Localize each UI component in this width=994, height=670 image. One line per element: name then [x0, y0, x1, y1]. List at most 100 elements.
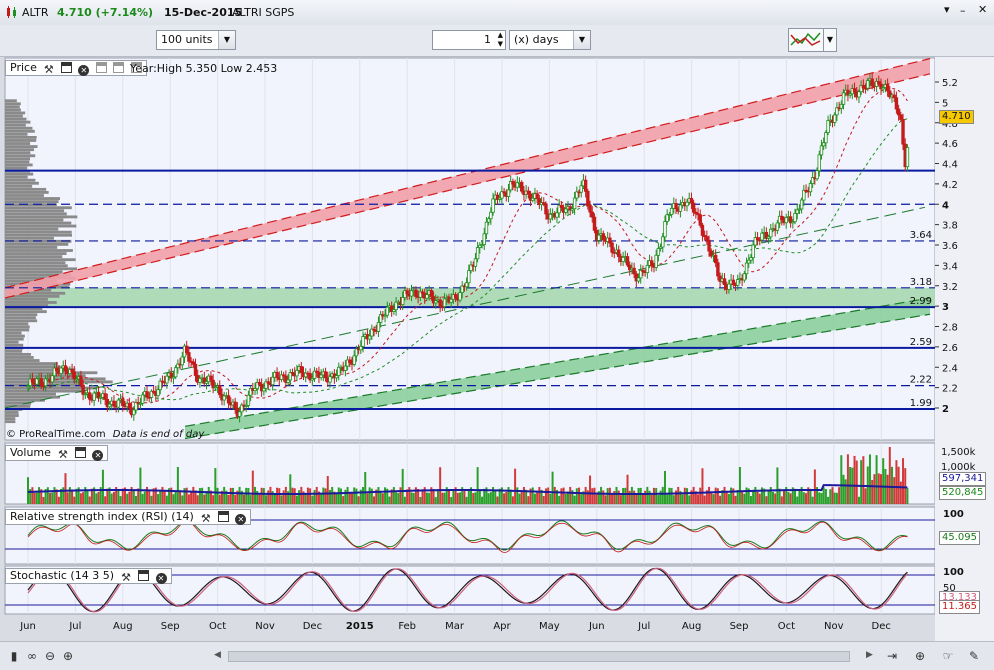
volume-bar: [595, 494, 598, 504]
volume-bar: [192, 486, 195, 504]
volume-bar: [835, 492, 838, 504]
horizontal-scrollbar[interactable]: [228, 651, 850, 662]
candle-body: [674, 203, 678, 210]
candle-body: [544, 203, 548, 215]
close-window-icon[interactable]: ✕: [978, 3, 987, 16]
zoom-out-icon[interactable]: ⊖: [42, 648, 58, 664]
candle-body: [295, 369, 299, 377]
window-icon[interactable]: [60, 62, 72, 73]
period-unit-dropdown[interactable]: (x) days ▼: [509, 30, 591, 50]
volume-bar: [179, 490, 182, 504]
wrench-icon[interactable]: ⚒: [43, 64, 54, 75]
volume-bar: [860, 460, 863, 504]
volume-bar: [789, 493, 792, 504]
volume-profile-bar: [5, 365, 61, 369]
wrench-icon[interactable]: ⚒: [200, 513, 211, 524]
window-icon[interactable]: [138, 570, 150, 581]
units-value: 100 units: [161, 33, 213, 46]
close-icon[interactable]: ✕: [78, 65, 90, 76]
candle-body: [824, 132, 828, 144]
candle-body: [486, 218, 491, 223]
volume-bar: [842, 474, 845, 504]
volume-bar: [818, 492, 821, 504]
wrench-icon[interactable]: ⚒: [121, 572, 132, 583]
volume-bar: [101, 469, 104, 504]
drawing-icon[interactable]: ✎: [966, 648, 982, 664]
volume-bar: [265, 495, 268, 504]
candle-body: [852, 88, 857, 93]
minimize-window-icon[interactable]: –: [960, 4, 966, 17]
period-spinner-icon[interactable]: ▲ ▼: [498, 31, 503, 49]
volume-bar: [622, 488, 625, 504]
volume-profile-bar: [5, 139, 37, 142]
chart-area[interactable]: 3.643.182.992.592.221.9922.22.42.62.833.…: [0, 57, 994, 641]
volume-bar: [873, 474, 876, 504]
scroll-left-icon[interactable]: ◀: [214, 650, 221, 660]
volume-profile-bar: [5, 331, 22, 335]
cursor-icon[interactable]: ☞: [940, 648, 956, 664]
scroll-end-icon[interactable]: ⇥: [884, 648, 900, 664]
duplicate-icon[interactable]: [95, 62, 107, 73]
units-dropdown[interactable]: 100 units ▼: [156, 30, 236, 50]
chevron-down-icon[interactable]: ▼: [573, 31, 590, 49]
volume-bar: [730, 487, 733, 504]
candle-body: [896, 108, 901, 116]
volume-bar: [320, 493, 323, 504]
minimize-icon[interactable]: ▾: [944, 3, 950, 16]
volume-bar: [723, 486, 726, 504]
zoom-in-icon[interactable]: ⊕: [60, 648, 76, 664]
export-icon[interactable]: [113, 62, 125, 73]
volume-bar: [42, 496, 45, 504]
volume-bar: [251, 470, 254, 504]
volume-bar: [765, 496, 768, 504]
volume-bar: [128, 491, 131, 504]
volume-bar: [522, 486, 525, 504]
volume-bar: [624, 487, 627, 504]
month-label: Mar: [445, 621, 465, 632]
month-label: Apr: [493, 621, 511, 632]
chart-style-dropdown[interactable]: ▼: [824, 28, 837, 52]
close-icon[interactable]: ✕: [155, 573, 167, 584]
close-icon[interactable]: ✕: [235, 514, 247, 525]
volume-bar: [738, 467, 741, 504]
volume-bar: [743, 493, 746, 504]
volume-profile-bar: [5, 200, 59, 204]
volume-bar: [787, 492, 790, 504]
volume-profile-bar: [5, 157, 31, 161]
price-panel-title: Price: [10, 61, 37, 74]
volume-ma-tag: 597,341: [939, 472, 987, 486]
volume-profile-bar: [5, 178, 36, 182]
period-input[interactable]: 1 ▲ ▼: [432, 30, 506, 50]
window-icon[interactable]: [217, 511, 229, 522]
scroll-right-icon[interactable]: ▶: [866, 650, 873, 660]
volume-profile-bar: [5, 337, 24, 341]
volume-bar: [97, 492, 100, 504]
volume-bar: [381, 493, 384, 504]
zoom-fit-icon[interactable]: ⊕: [912, 648, 928, 664]
volume-profile-bar: [5, 340, 19, 344]
volume-bar: [752, 489, 755, 504]
volume-bar: [644, 490, 647, 504]
candle-body: [112, 400, 116, 407]
volume-bar: [899, 481, 902, 504]
candle-body: [870, 78, 874, 86]
stoch-k-tag: 11.365: [939, 600, 980, 614]
chevron-down-icon[interactable]: ▼: [218, 31, 235, 49]
window-icon[interactable]: [74, 447, 86, 458]
volume-profile-bar: [5, 371, 98, 375]
volume-bar: [267, 490, 270, 504]
candle-body: [885, 84, 890, 92]
candle-body: [442, 298, 447, 307]
volume-bar: [196, 495, 199, 504]
close-icon[interactable]: ✕: [92, 450, 104, 461]
volume-bar: [443, 492, 446, 504]
volume-bar: [397, 493, 400, 504]
volume-bar: [434, 497, 437, 504]
candle-body: [449, 298, 453, 303]
candle-icon[interactable]: ▮: [6, 648, 22, 664]
wrench-icon[interactable]: ⚒: [57, 449, 68, 460]
candle-body: [654, 254, 658, 268]
link-icon[interactable]: ∞: [24, 648, 40, 664]
chart-style-button[interactable]: [788, 28, 824, 52]
candle-body: [352, 355, 356, 365]
